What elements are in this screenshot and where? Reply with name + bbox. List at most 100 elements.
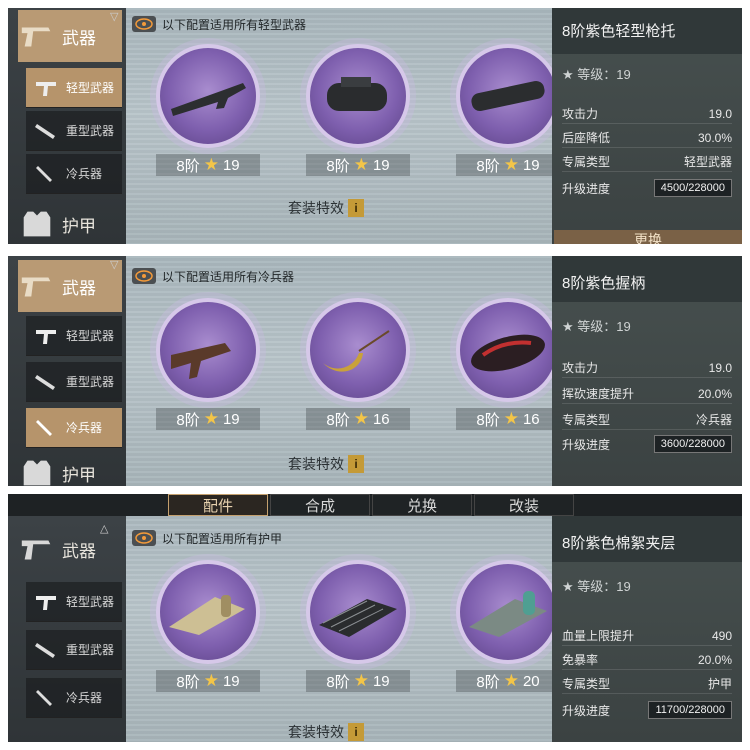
attachment-item[interactable]: 8阶 ★ 16	[448, 298, 568, 430]
attachment-item[interactable]: 8阶 ★ 19	[148, 560, 268, 692]
sidebar: 武器 △ 轻型武器 重型武器 冷兵器	[8, 516, 126, 742]
smg-icon	[36, 329, 56, 344]
star-count: 19	[222, 156, 240, 174]
tab-synthesis[interactable]: 合成	[270, 494, 370, 516]
rocket-launcher-icon	[35, 374, 55, 390]
eye-icon[interactable]	[132, 268, 156, 284]
knife-icon	[36, 165, 52, 182]
category-weapons[interactable]: 武器	[18, 260, 122, 312]
category-label: 武器	[62, 278, 96, 298]
sub-label: 冷兵器	[66, 421, 103, 435]
set-effect-label: 套装特效	[288, 724, 344, 740]
info-text: 以下配置适用所有冷兵器	[162, 269, 295, 284]
sub-light-weapons[interactable]: 轻型武器	[26, 68, 122, 108]
grade-label: 8阶	[326, 673, 350, 691]
star-count: 19	[222, 410, 240, 428]
attachment-item[interactable]: 8阶 ★ 19	[298, 560, 418, 692]
sub-heavy-weapons[interactable]: 重型武器	[26, 630, 122, 670]
category-armor[interactable]: 护甲	[18, 204, 122, 244]
vest-icon	[23, 460, 51, 486]
sub-label: 轻型武器	[66, 595, 115, 609]
knife-icon	[36, 419, 52, 436]
stat-row: 专属类型 护甲	[562, 674, 732, 694]
grade-label: 8阶	[476, 157, 500, 175]
info-text: 以下配置适用所有护甲	[162, 531, 283, 546]
progress-row: 升级进度 3600/228000	[562, 434, 732, 454]
category-label: 武器	[62, 28, 96, 48]
info-icon[interactable]: i	[348, 455, 364, 473]
info-text: 以下配置适用所有轻型武器	[162, 17, 307, 32]
sub-label: 轻型武器	[66, 329, 115, 343]
star-count: 16	[522, 410, 540, 428]
collapse-arrow-icon[interactable]: △	[100, 522, 108, 535]
stat-row: 专属类型 冷兵器	[562, 410, 732, 430]
blade-guard-icon	[471, 334, 545, 372]
tassel-icon	[323, 330, 390, 372]
eye-icon[interactable]	[132, 16, 156, 32]
progress-row: 升级进度 11700/228000	[562, 700, 732, 720]
smg-icon	[36, 595, 56, 610]
grade-label: 8阶	[326, 411, 350, 429]
grade-label: 8阶	[176, 157, 200, 175]
collapse-arrow-icon[interactable]: ▽	[110, 10, 118, 23]
info-strip: 以下配置适用所有冷兵器	[126, 266, 552, 286]
info-icon[interactable]: i	[348, 199, 364, 217]
stat-row: 血量上限提升 490	[562, 626, 732, 646]
category-label: 武器	[62, 541, 96, 561]
stock-icon	[171, 83, 246, 116]
sub-light-weapons[interactable]: 轻型武器	[26, 316, 122, 356]
star-count: 20	[522, 672, 540, 690]
star-icon: ★	[353, 155, 369, 174]
handle-icon	[171, 343, 231, 379]
tab-accessories[interactable]: 配件	[168, 494, 268, 516]
tab-exchange[interactable]: 兑换	[372, 494, 472, 516]
star-count: 16	[372, 410, 390, 428]
star-icon: ★	[503, 671, 519, 690]
grip-icon	[327, 77, 387, 111]
detail-panel: 8阶紫色握柄 ★ 等级：19 攻击力 19.0 挥砍速度提升 20.0% 专属类型冷…	[552, 256, 742, 486]
sub-light-weapons[interactable]: 轻型武器	[26, 582, 122, 622]
detail-panel: 8阶紫色轻型枪托 ★ 等级：19 攻击力 19.0 后座降低 30.0% 专属类型轻…	[552, 8, 742, 244]
detail-title: 8阶紫色握柄	[562, 275, 646, 292]
sub-heavy-weapons[interactable]: 重型武器	[26, 111, 122, 151]
sub-melee[interactable]: 冷兵器	[26, 678, 122, 718]
collapse-arrow-icon[interactable]: ▽	[110, 258, 118, 271]
rating: ★ 等级：19	[562, 319, 631, 334]
star-count: 19	[372, 156, 390, 174]
set-effect[interactable]: 套装特效 i	[288, 454, 364, 474]
stat-row: 攻击力 19.0	[562, 104, 732, 124]
star-icon: ★	[503, 155, 519, 174]
replace-button[interactable]: 更换	[554, 230, 742, 244]
smg-icon	[36, 81, 56, 96]
stat-row: 后座降低 30.0%	[562, 128, 732, 148]
grade-label: 8阶	[326, 157, 350, 175]
attachment-item[interactable]: 8阶 ★ 19	[448, 44, 568, 176]
category-weapons[interactable]: 武器	[18, 10, 122, 62]
info-icon[interactable]: i	[348, 723, 364, 741]
sub-melee[interactable]: 冷兵器	[26, 154, 122, 194]
attachment-item[interactable]: 8阶 ★ 19	[298, 44, 418, 176]
set-effect[interactable]: 套装特效 i	[288, 198, 364, 218]
vest-icon	[23, 211, 51, 237]
sub-label: 冷兵器	[66, 167, 103, 181]
category-label: 护甲	[62, 465, 96, 485]
attachment-item[interactable]: 8阶 ★ 16	[298, 298, 418, 430]
set-effect-label: 套装特效	[288, 456, 344, 472]
eye-icon[interactable]	[132, 530, 156, 546]
sidebar: 武器 ▽ 轻型武器 重型武器 冷兵器 护甲	[8, 8, 126, 244]
star-icon: ★	[353, 409, 369, 428]
category-armor[interactable]: 护甲	[18, 458, 122, 486]
progress-value: 3600/228000	[653, 435, 732, 453]
stat-row: 攻击力 19.0	[562, 358, 732, 378]
pistol-icon	[21, 27, 51, 47]
sub-melee[interactable]: 冷兵器	[26, 408, 122, 448]
top-tabs: 配件 合成 兑换 改装	[168, 494, 574, 516]
star-icon: ★	[353, 671, 369, 690]
tab-modify[interactable]: 改装	[474, 494, 574, 516]
attachment-item[interactable]: 8阶 ★ 20	[448, 560, 568, 692]
sub-heavy-weapons[interactable]: 重型武器	[26, 362, 122, 402]
stat-row: 免暴率 20.0%	[562, 650, 732, 670]
set-effect[interactable]: 套装特效 i	[288, 722, 364, 742]
attachment-item[interactable]: 8阶 ★ 19	[148, 298, 268, 430]
attachment-item[interactable]: 8阶 ★ 19	[148, 44, 268, 176]
